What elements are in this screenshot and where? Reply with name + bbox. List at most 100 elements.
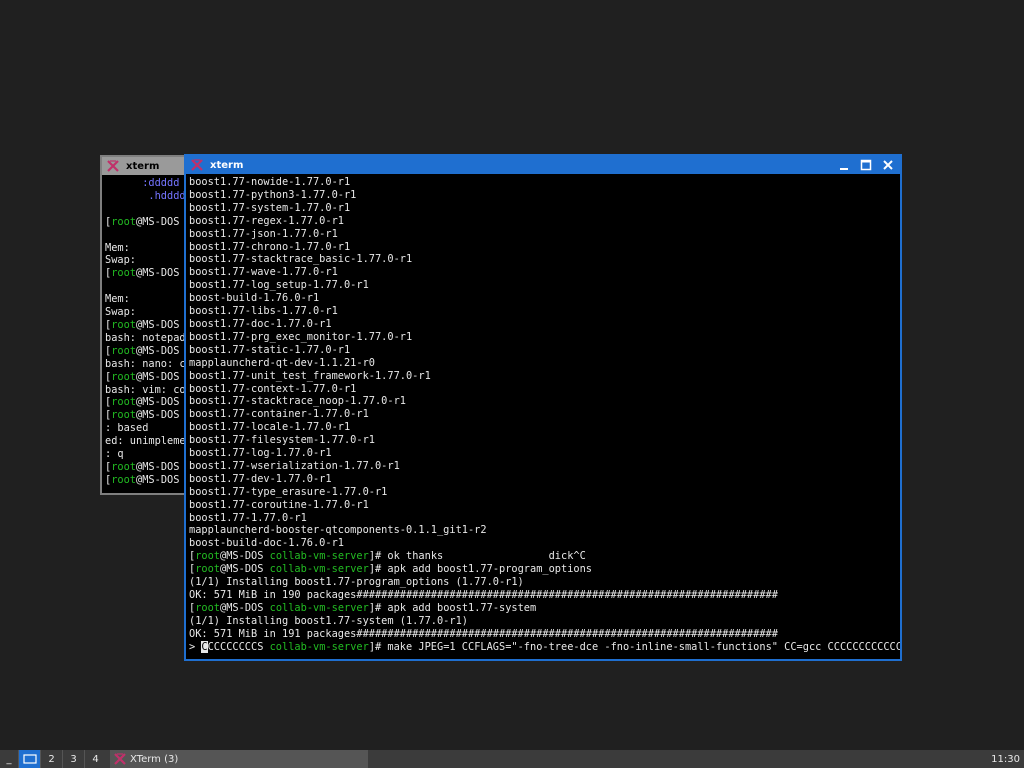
terminal-line: boost1.77-json-1.77.0-r1 xyxy=(189,228,897,241)
terminal-line: boost1.77-filesystem-1.77.0-r1 xyxy=(189,434,897,447)
maximize-button[interactable] xyxy=(858,157,874,173)
terminal-text: root xyxy=(111,215,137,228)
terminal-text: mapplauncherd-qt-dev-1.1.21-r0 xyxy=(189,356,375,369)
terminal-text: bash: notepad xyxy=(105,331,186,344)
terminal-text: Swap: xyxy=(105,254,136,267)
terminal-text: bash: vim: co xyxy=(105,383,186,396)
terminal-line: boost1.77-stacktrace_noop-1.77.0-r1 xyxy=(189,395,897,408)
terminal-text: : based xyxy=(105,422,149,435)
terminal-line: boost-build-1.76.0-r1 xyxy=(189,292,897,305)
terminal-text: root xyxy=(111,473,137,486)
terminal-line: boost1.77-log-1.77.0-r1 xyxy=(189,447,897,460)
terminal-text: collab-vm-server xyxy=(269,601,369,614)
terminal-line: Mem: xyxy=(105,293,185,306)
terminal-line: boost1.77-nowide-1.77.0-r1 xyxy=(189,176,897,189)
xterm-window-active[interactable]: xterm boost1.77-nowide-1.77.0-r1 boost1.7… xyxy=(184,154,902,661)
terminal-text: bash: nano: c xyxy=(105,357,186,370)
workspace-4-button[interactable]: 4 xyxy=(84,750,106,768)
close-button[interactable] xyxy=(880,157,896,173)
minimize-button[interactable] xyxy=(836,157,852,173)
terminal-line: boost1.77-dev-1.77.0-r1 xyxy=(189,473,897,486)
terminal-text: > xyxy=(189,640,202,653)
terminal-line: bash: notepad xyxy=(105,331,186,345)
terminal-line: boost1.77-python3-1.77.0-r1 xyxy=(189,189,897,202)
window-title: xterm xyxy=(210,159,244,171)
terminal-line: mapplauncherd-booster-qtcomponents-0.1.1… xyxy=(189,524,897,537)
terminal-text: boost1.77-log_setup-1.77.0-r1 xyxy=(189,279,369,292)
taskbar-task-xterm[interactable]: XTerm (3) xyxy=(110,750,368,768)
terminal-text: boost1.77-static-1.77.0-r1 xyxy=(189,343,351,356)
terminal-line: boost1.77-wave-1.77.0-r1 xyxy=(189,266,897,279)
workspace-3-button[interactable]: 3 xyxy=(62,750,84,768)
terminal-text: @MS-DOS xyxy=(220,563,270,576)
terminal-line: boost1.77-libs-1.77.0-r1 xyxy=(189,305,897,318)
terminal-line: bash: nano: c xyxy=(105,357,186,371)
terminal-text: @MS-DOS xyxy=(136,318,180,331)
terminal-line: [root@MS-DOS xyxy=(105,319,185,332)
terminal-text: boost1.77-python3-1.77.0-r1 xyxy=(189,188,357,201)
terminal-text: @MS-DOS xyxy=(136,344,180,357)
terminal-text: ]# make JPEG=1 CCFLAGS="-fno-tree-dce -f… xyxy=(368,640,902,653)
terminal-text: boost1.77-libs-1.77.0-r1 xyxy=(189,305,338,318)
terminal-text: root xyxy=(111,460,137,473)
terminal-text: root xyxy=(111,267,137,280)
window-controls xyxy=(836,156,896,174)
window-title: xterm xyxy=(126,160,160,172)
terminal-text: OK: 571 MiB in 190 packages#############… xyxy=(189,589,778,601)
terminal-line: Swap: xyxy=(105,254,185,267)
terminal-text: boost1.77-log-1.77.0-r1 xyxy=(189,447,332,460)
terminal-text: @MS-DOS xyxy=(136,396,180,409)
terminal-line: ed: unimpleme xyxy=(105,435,186,448)
terminal-line: OK: 571 MiB in 191 packages#############… xyxy=(189,628,897,641)
workspace-2-button[interactable]: 2 xyxy=(40,750,62,768)
terminal-text: (1/1) Installing boost1.77-system (1.77.… xyxy=(189,614,468,627)
terminal-text: boost1.77-json-1.77.0-r1 xyxy=(189,227,338,240)
terminal-text: boost1.77-chrono-1.77.0-r1 xyxy=(189,240,351,253)
terminal-line: bash: vim: co xyxy=(105,383,186,397)
taskbar-menu-button[interactable]: _ xyxy=(0,750,18,768)
terminal-text: Swap: xyxy=(105,306,136,319)
terminal-text: root xyxy=(195,563,221,576)
terminal-text: @MS-DOS xyxy=(136,409,180,422)
terminal-line: boost1.77-stacktrace_basic-1.77.0-r1 xyxy=(189,253,897,266)
terminal-text: boost1.77-unit_test_framework-1.77.0-r1 xyxy=(189,369,431,382)
taskbar: _ 2 3 4 XTerm (3) 11:30 xyxy=(0,750,1024,768)
terminal-text: root xyxy=(111,396,137,409)
terminal-text: CCCCCCCCS xyxy=(207,640,270,653)
terminal-text: boost1.77-locale-1.77.0-r1 xyxy=(189,421,351,434)
terminal-line: [root@MS-DOS xyxy=(105,396,185,409)
terminal-text: @MS-DOS xyxy=(136,370,180,383)
xterm-icon xyxy=(106,159,120,173)
terminal-text: boost1.77-stacktrace_noop-1.77.0-r1 xyxy=(189,395,406,408)
terminal-text: boost1.77-container-1.77.0-r1 xyxy=(189,408,369,421)
terminal-text: (1/1) Installing boost1.77-program_optio… xyxy=(189,576,524,589)
workspace-1-button[interactable] xyxy=(18,750,40,768)
terminal-line xyxy=(105,203,185,216)
terminal-line: boost1.77-system-1.77.0-r1 xyxy=(189,202,897,215)
terminal-text: boost1.77-1.77.0-r1 xyxy=(189,511,307,524)
terminal-line: [root@MS-DOS xyxy=(105,409,185,422)
terminal-output[interactable]: boost1.77-nowide-1.77.0-r1 boost1.77-pyth… xyxy=(186,174,900,654)
terminal-text: mapplauncherd-booster-qtcomponents-0.1.1… xyxy=(189,524,487,537)
terminal-text: boost1.77-type_erasure-1.77.0-r1 xyxy=(189,485,388,498)
terminal-text: collab-vm-server xyxy=(269,550,369,563)
terminal-line: OK: 571 MiB in 190 packages#############… xyxy=(189,589,897,602)
window-titlebar[interactable]: xterm xyxy=(186,156,900,174)
terminal-line: Swap: xyxy=(105,306,185,319)
terminal-text: boost1.77-coroutine-1.77.0-r1 xyxy=(189,498,369,511)
xterm-icon xyxy=(114,753,126,765)
terminal-line: mapplauncherd-qt-dev-1.1.21-r0 xyxy=(189,357,897,370)
terminal-text: boost1.77-nowide-1.77.0-r1 xyxy=(189,176,351,188)
window-titlebar[interactable]: xterm xyxy=(102,157,188,175)
terminal-line: boost1.77-locale-1.77.0-r1 xyxy=(189,421,897,434)
terminal-line: boost1.77-static-1.77.0-r1 xyxy=(189,344,897,357)
terminal-text: root xyxy=(111,370,137,383)
terminal-line: (1/1) Installing boost1.77-program_optio… xyxy=(189,576,897,589)
xterm-icon xyxy=(190,158,204,172)
xterm-window-background[interactable]: xterm :ddddd .hdddd [root@MS-DOS Mem: Swa… xyxy=(100,155,190,495)
terminal-output[interactable]: :ddddd .hdddd [root@MS-DOS Mem: Swap: [roo… xyxy=(102,175,188,489)
taskbar-task-label: XTerm (3) xyxy=(130,753,179,765)
terminal-line: [root@MS-DOS xyxy=(105,216,185,229)
